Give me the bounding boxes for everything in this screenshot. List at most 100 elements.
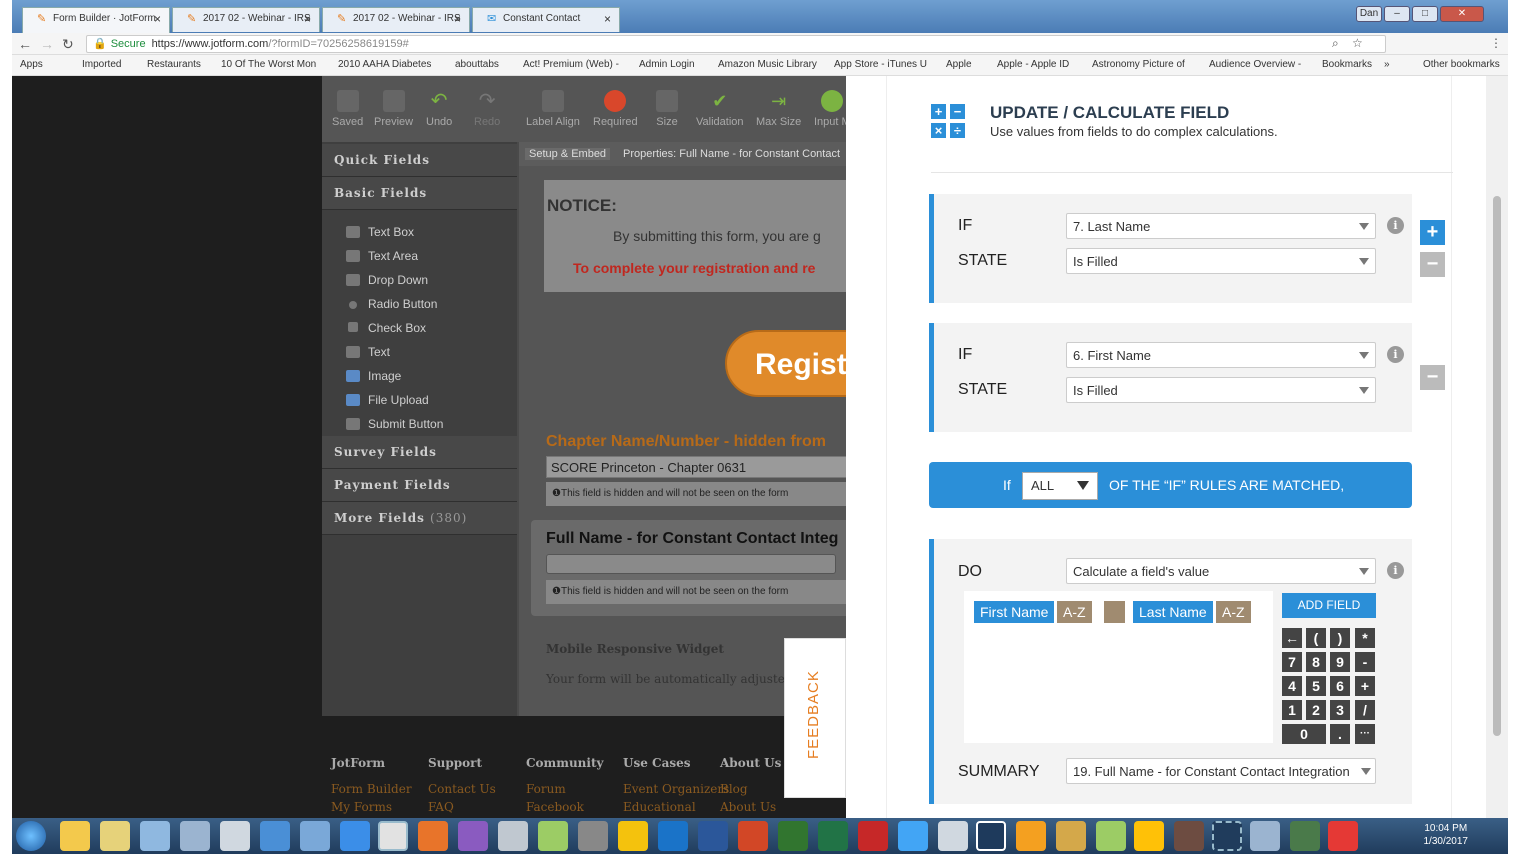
back-icon[interactable]: ← — [18, 36, 32, 52]
preview-button[interactable]: Preview — [374, 90, 413, 128]
app-icon[interactable] — [1096, 821, 1126, 851]
reload-icon[interactable]: ↻ — [62, 36, 74, 53]
field-submit-button[interactable]: Submit Button — [346, 417, 443, 431]
app-icon[interactable] — [618, 821, 648, 851]
app-icon[interactable] — [578, 821, 608, 851]
remove-rule-2-button[interactable]: − — [1420, 365, 1445, 390]
key-7[interactable]: 7 — [1282, 652, 1302, 672]
media-icon[interactable] — [260, 821, 290, 851]
publisher-icon[interactable] — [778, 821, 808, 851]
tab-setup-embed[interactable]: Setup & Embed — [525, 148, 611, 160]
key-multiply[interactable]: * — [1355, 628, 1375, 648]
scrollbar-thumb[interactable] — [1493, 196, 1501, 736]
app-icon[interactable] — [1290, 821, 1320, 851]
state-select[interactable]: Is Filled — [1066, 248, 1376, 274]
add-field-button[interactable]: ADD FIELD — [1282, 593, 1376, 618]
info-icon[interactable]: i — [1387, 217, 1404, 234]
field-drop-down[interactable]: Drop Down — [346, 273, 428, 287]
if-field-select[interactable]: 7. Last Name — [1066, 213, 1376, 239]
field-file-upload[interactable]: File Upload — [346, 393, 429, 407]
key-1[interactable]: 1 — [1282, 700, 1302, 720]
fullname-input[interactable] — [546, 554, 836, 574]
modal-scrollbar[interactable] — [1486, 76, 1508, 818]
app-icon[interactable] — [458, 821, 488, 851]
state-select[interactable]: Is Filled — [1066, 377, 1376, 403]
key-3[interactable]: 3 — [1330, 700, 1350, 720]
bookmark-apps[interactable]: Apps — [20, 59, 43, 70]
undo-button[interactable]: ↶ Undo — [426, 90, 452, 128]
tab-constant-contact[interactable]: ✉ Constant Contact × — [472, 7, 620, 32]
outlook-icon[interactable] — [658, 821, 688, 851]
bookmark-worst[interactable]: 10 Of The Worst Mon — [221, 59, 316, 70]
app-icon[interactable] — [220, 821, 250, 851]
app-icon[interactable] — [498, 821, 528, 851]
tab-webinar-1[interactable]: ✎ 2017 02 - Webinar - IRS × — [172, 7, 320, 32]
start-button[interactable] — [16, 821, 46, 851]
key-9[interactable]: 9 — [1330, 652, 1350, 672]
bookmark-apple-id[interactable]: Apple - Apple ID — [997, 59, 1069, 70]
app-icon[interactable] — [300, 821, 330, 851]
app-icon[interactable] — [1250, 821, 1280, 851]
key-4[interactable]: 4 — [1282, 676, 1302, 696]
key-open-paren[interactable]: ( — [1306, 628, 1326, 648]
menu-icon[interactable]: ⋮ — [1490, 36, 1502, 50]
bookmark-amazon[interactable]: Amazon Music Library — [718, 59, 817, 70]
calculation-editor[interactable]: First Name A-Z Last Name A-Z — [964, 591, 1273, 743]
key-minus[interactable]: - — [1355, 652, 1375, 672]
app-icon[interactable] — [938, 821, 968, 851]
field-radio-button[interactable]: Radio Button — [346, 297, 437, 311]
match-select[interactable]: ALL — [1022, 472, 1098, 500]
folder-icon[interactable] — [60, 821, 90, 851]
redo-button[interactable]: ↷ Redo — [474, 90, 500, 128]
system-clock[interactable]: 10:04 PM 1/30/2017 — [1424, 822, 1469, 848]
chip-tag-az[interactable]: A-Z — [1216, 601, 1251, 623]
bookmark-aaha[interactable]: 2010 AAHA Diabetes — [338, 59, 431, 70]
bookmark-appstore[interactable]: App Store - iTunes U — [834, 59, 927, 70]
close-window-icon[interactable]: ✕ — [1440, 6, 1484, 22]
section-basic-fields[interactable]: Basic Fields — [322, 177, 517, 210]
feedback-button[interactable]: FEEDBACK — [784, 638, 846, 798]
bookmark-admin[interactable]: Admin Login — [639, 59, 695, 70]
key-backspace[interactable]: ← — [1282, 628, 1302, 648]
app-icon[interactable] — [1056, 821, 1086, 851]
bookmark-imported[interactable]: Imported — [82, 59, 121, 70]
size-button[interactable]: Size — [656, 90, 678, 128]
key-divide[interactable]: / — [1355, 700, 1375, 720]
app-icon[interactable] — [858, 821, 888, 851]
field-chip-first-name[interactable]: First Name — [974, 601, 1055, 623]
tab-form-builder[interactable]: ✎ Form Builder · JotForm × — [22, 7, 170, 33]
key-plus[interactable]: + — [1355, 676, 1375, 696]
close-icon[interactable]: × — [154, 12, 161, 26]
bookmark-restaurants[interactable]: Restaurants — [147, 59, 201, 70]
explorer-icon[interactable] — [100, 821, 130, 851]
section-payment-fields[interactable]: Payment Fields — [322, 469, 517, 502]
summary-field-select[interactable]: 19. Full Name - for Constant Contact Int… — [1066, 758, 1376, 784]
word-icon[interactable] — [698, 821, 728, 851]
powerpoint-icon[interactable] — [738, 821, 768, 851]
bookmarks-more[interactable]: » — [1384, 59, 1390, 70]
chip-separator[interactable] — [1104, 601, 1125, 623]
bookmark-apple[interactable]: Apple — [946, 59, 972, 70]
bookmark-bookmarks[interactable]: Bookmarks — [1322, 59, 1372, 70]
do-action-select[interactable]: Calculate a field's value — [1066, 558, 1376, 584]
acrobat-icon[interactable] — [1328, 821, 1358, 851]
app-icon[interactable] — [180, 821, 210, 851]
zoom-icon[interactable]: ⌕ — [1332, 36, 1339, 51]
key-more[interactable]: ··· — [1355, 724, 1375, 744]
field-chip-last-name[interactable]: Last Name — [1133, 601, 1213, 623]
excel-icon[interactable] — [818, 821, 848, 851]
firefox-icon[interactable] — [418, 821, 448, 851]
section-quick-fields[interactable]: Quick Fields — [322, 144, 517, 177]
chip-tag-az[interactable]: A-Z — [1057, 601, 1092, 623]
info-icon[interactable]: i — [1387, 562, 1404, 579]
field-text-area[interactable]: Text Area — [346, 249, 418, 263]
url-input[interactable]: 🔒 Secure https://www.jotform.com/?formID=7… — [86, 35, 1386, 53]
field-image[interactable]: Image — [346, 369, 401, 383]
bookmark-astronomy[interactable]: Astronomy Picture of — [1092, 59, 1185, 70]
app-icon[interactable] — [1134, 821, 1164, 851]
max-size-button[interactable]: ⇥ Max Size — [756, 90, 801, 128]
maximize-icon[interactable]: □ — [1412, 6, 1438, 22]
key-0[interactable]: 0 — [1282, 724, 1326, 744]
key-6[interactable]: 6 — [1330, 676, 1350, 696]
onedrive-icon[interactable] — [898, 821, 928, 851]
